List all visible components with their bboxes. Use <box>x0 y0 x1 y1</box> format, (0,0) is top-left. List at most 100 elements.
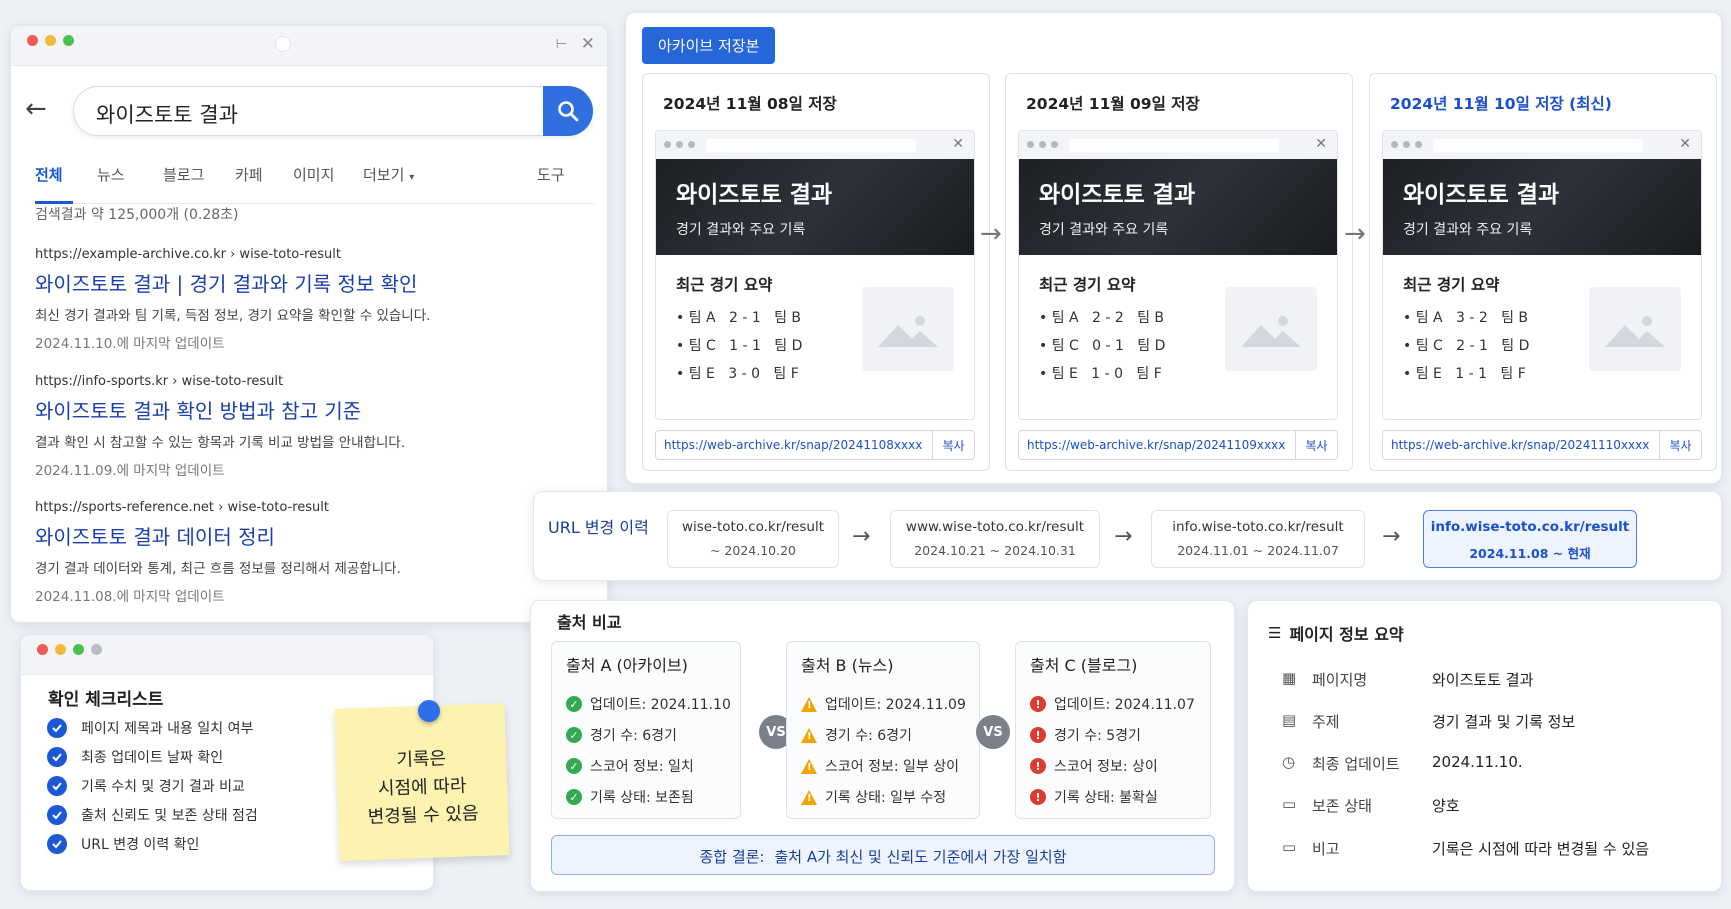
window-controls[interactable] <box>37 644 102 655</box>
url-host: www.wise-toto.co.kr/result <box>905 519 1085 535</box>
tab-more[interactable]: 더보기 ▾ <box>363 164 414 185</box>
copy-button[interactable]: 복사 <box>932 431 974 459</box>
source-row: ✓ 스코어 정보: 일치 <box>566 756 694 776</box>
warning-icon <box>801 758 817 774</box>
page-info-title: ☰ 페이지 정보 요약 <box>1268 624 1404 644</box>
source-row: 경기 수: 6경기 <box>801 725 912 745</box>
result-description: 최신 경기 결과와 팀 기록, 득점 정보, 경기 요약을 확인할 수 있습니다… <box>35 308 431 324</box>
preview-hero: 와이즈토토 결과 경기 결과와 주요 기록 <box>1383 159 1701 255</box>
image-placeholder-icon <box>862 287 954 371</box>
result-url: https://example-archive.co.kr › wise-tot… <box>35 247 341 262</box>
window-controls[interactable] <box>27 35 74 46</box>
preview-titlebar: ✕ <box>1383 131 1701 159</box>
search-tabs: 전체 뉴스 블로그 카페 이미지 더보기 ▾ 도구 <box>35 158 595 204</box>
maximize-dot[interactable] <box>63 35 74 46</box>
tab-image[interactable]: 이미지 <box>293 164 334 185</box>
snapshot-url[interactable]: https://web-archive.kr/snap/20241108xxxx <box>664 438 922 452</box>
back-arrow-icon[interactable]: ← <box>25 94 47 124</box>
conclusion-text: 출처 A가 최신 및 신뢰도 기준에서 가장 일치함 <box>774 848 1067 866</box>
snapshot-url[interactable]: https://web-archive.kr/snap/20241110xxxx <box>1391 438 1649 452</box>
copy-button[interactable]: 복사 <box>1295 431 1337 459</box>
score-line: • 팀 A 2 - 1 팀 B <box>676 310 802 326</box>
checklist-item[interactable]: 출처 신뢰도 및 보존 상태 점검 <box>47 805 258 825</box>
checkbox-checked-icon[interactable] <box>47 718 67 738</box>
checkbox-checked-icon[interactable] <box>47 805 67 825</box>
checklist-item[interactable]: 페이지 제목과 내용 일치 여부 <box>47 718 253 738</box>
checklist-item[interactable]: 최종 업데이트 날짜 확인 <box>47 747 223 767</box>
snapshot-url-field[interactable]: https://web-archive.kr/snap/20241108xxxx… <box>655 430 975 460</box>
url-history-panel: URL 변경 이력 wise-toto.co.kr/result ~ 2024.… <box>533 491 1722 581</box>
snapshot-card: 2024년 11월 09일 저장 ✕ 와이즈토토 결과 경기 결과와 주요 기록… <box>1005 73 1353 471</box>
source-compare-panel: 출처 비교 출처 A (아카이브) ✓ 업데이트: 2024.11.10 ✓ 경기 … <box>530 600 1235 892</box>
snapshot-url-field[interactable]: https://web-archive.kr/snap/20241109xxxx… <box>1018 430 1338 460</box>
close-icon[interactable]: ✕ <box>1679 136 1691 152</box>
result-title-link[interactable]: 와이즈토토 결과 확인 방법과 참고 기준 <box>35 395 595 424</box>
close-dot[interactable] <box>37 644 48 655</box>
arrow-right-icon: → <box>852 524 871 549</box>
minimize-dot[interactable] <box>45 35 56 46</box>
tab-blog[interactable]: 블로그 <box>163 164 204 185</box>
minimize-dot[interactable] <box>55 644 66 655</box>
snapshot-date-latest: 2024년 11월 10일 저장 (최신) <box>1390 95 1612 113</box>
preview-hero-title: 와이즈토토 결과 <box>676 182 833 208</box>
tab-cafe[interactable]: 카페 <box>235 164 263 185</box>
search-button[interactable] <box>543 86 593 136</box>
score-line: • 팀 A 3 - 2 팀 B <box>1403 310 1529 326</box>
snapshot-date: 2024년 11월 08일 저장 <box>663 95 837 113</box>
minimize-icon[interactable]: ⊢ <box>556 37 567 52</box>
check-circle-icon: ✓ <box>566 727 582 743</box>
checklist-title: 확인 체크리스트 <box>48 690 164 710</box>
summary-title: 최근 경기 요약 <box>676 276 773 294</box>
snapshot-preview: ✕ 와이즈토토 결과 경기 결과와 주요 기록 최근 경기 요약 • 팀 A 2… <box>1018 130 1338 420</box>
snapshot-url[interactable]: https://web-archive.kr/snap/20241109xxxx <box>1027 438 1285 452</box>
close-dot[interactable] <box>27 35 38 46</box>
checkbox-checked-icon[interactable] <box>47 747 67 767</box>
result-title-link[interactable]: 와이즈토토 결과 | 경기 결과와 기록 정보 확인 <box>35 268 595 297</box>
preview-hero: 와이즈토토 결과 경기 결과와 주요 기록 <box>1019 159 1337 255</box>
tab-news[interactable]: 뉴스 <box>97 164 125 185</box>
snapshot-card: 2024년 11월 10일 저장 (최신) ✕ 와이즈토토 결과 경기 결과와 … <box>1369 73 1717 471</box>
clock-icon: ◷ <box>1282 753 1296 771</box>
preview-hero-subtitle: 경기 결과와 주요 기록 <box>1039 222 1169 238</box>
maximize-dot[interactable] <box>73 644 84 655</box>
checklist-item-label: 최종 업데이트 날짜 확인 <box>81 750 224 766</box>
checkbox-checked-icon[interactable] <box>47 776 67 796</box>
search-input[interactable]: 와이즈토토 결과 <box>96 99 238 129</box>
arrow-right-icon: → <box>1344 219 1366 249</box>
url-range: ~ 2024.10.20 <box>709 543 797 558</box>
close-icon[interactable]: ✕ <box>1315 136 1327 152</box>
copy-button[interactable]: 복사 <box>1659 431 1701 459</box>
tools-button[interactable]: 도구 <box>537 164 565 185</box>
result-title-link[interactable]: 와이즈토토 결과 데이터 정리 <box>35 521 595 550</box>
checkbox-checked-icon[interactable] <box>47 834 67 854</box>
result-description: 경기 결과 데이터와 통계, 최근 흐름 정보를 정리해서 제공합니다. <box>35 561 401 577</box>
url-history-entry: wise-toto.co.kr/result ~ 2024.10.20 <box>667 510 839 568</box>
page-info-label: 보존 상태 <box>1312 797 1372 815</box>
url-history-entry: info.wise-toto.co.kr/result 2024.11.01 ~… <box>1151 510 1365 568</box>
close-icon[interactable]: ✕ <box>952 136 964 152</box>
check-circle-icon: ✓ <box>566 696 582 712</box>
checklist-item-label: 출처 신뢰도 및 보존 상태 점검 <box>81 808 258 824</box>
conclusion-label: 종합 결론: <box>699 848 765 866</box>
image-placeholder-icon <box>1589 287 1681 371</box>
warning-icon <box>801 696 817 712</box>
source-row: ! 스코어 정보: 상이 <box>1030 756 1158 776</box>
tab-all[interactable]: 전체 <box>35 164 63 185</box>
search-box[interactable]: 와이즈토토 결과 <box>73 86 593 136</box>
close-icon[interactable]: ✕ <box>581 34 595 54</box>
preview-hero-title: 와이즈토토 결과 <box>1403 182 1560 208</box>
score-line: • 팀 E 3 - 0 팀 F <box>676 366 799 382</box>
source-row: ! 기록 상태: 불확실 <box>1030 787 1158 807</box>
archive-badge: 아카이브 저장본 <box>642 27 776 64</box>
checklist-item[interactable]: 기록 수치 및 경기 결과 비교 <box>47 776 245 796</box>
preview-titlebar: ✕ <box>656 131 974 159</box>
preview-titlebar: ✕ <box>1019 131 1337 159</box>
snapshot-url-field[interactable]: https://web-archive.kr/snap/20241110xxxx… <box>1382 430 1702 460</box>
page-info-panel: ☰ 페이지 정보 요약 ▦ 페이지명 와이즈토토 결과 ▤ 주제 경기 결과 및 … <box>1247 600 1722 892</box>
arrow-right-icon: → <box>980 219 1002 249</box>
check-circle-icon: ✓ <box>566 758 582 774</box>
checklist-item[interactable]: URL 변경 이력 확인 <box>47 834 199 854</box>
page-info-label: 비고 <box>1312 840 1340 858</box>
extra-dot <box>91 644 102 655</box>
search-result: https://sports-reference.net › wise-toto… <box>35 500 595 605</box>
